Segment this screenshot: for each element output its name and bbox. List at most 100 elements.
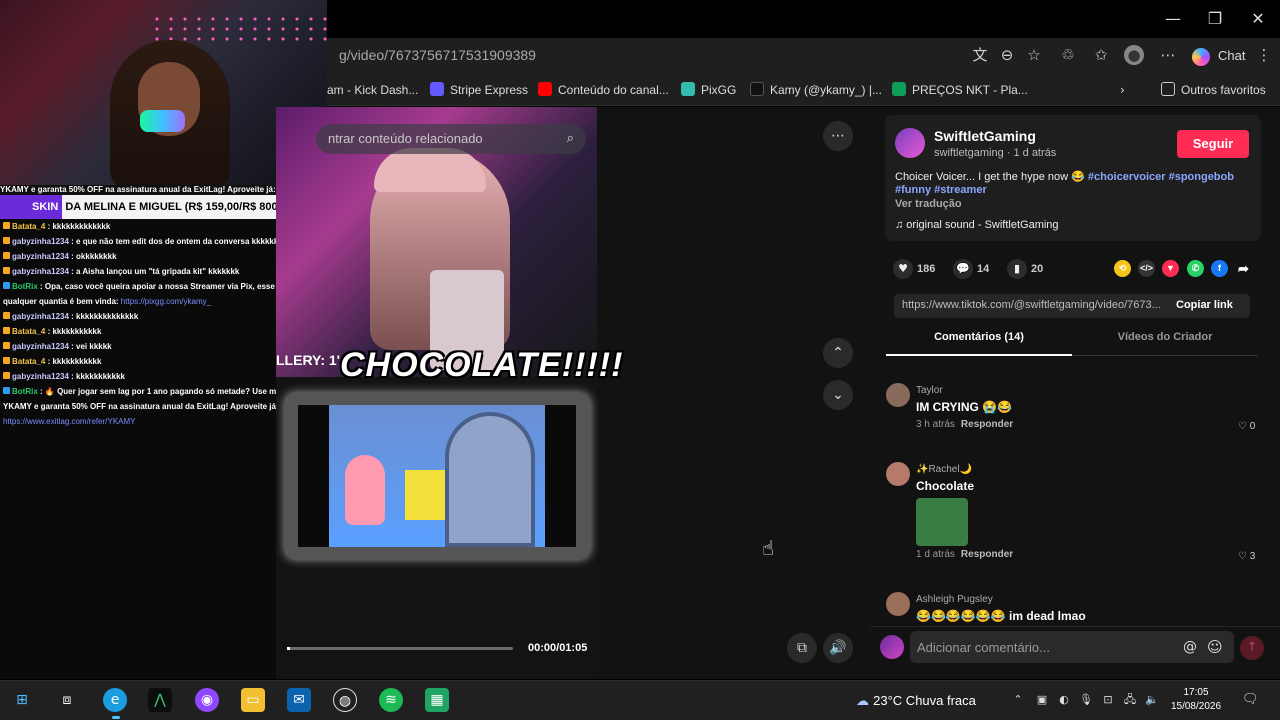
more-menu-icon[interactable]: ⋯ (1158, 45, 1178, 65)
microphone-icon[interactable]: 🎙 (1078, 692, 1094, 708)
profile-icon[interactable]: ● (1124, 45, 1144, 65)
like-button[interactable]: ♥ 186 (893, 259, 935, 279)
comment-button[interactable]: 💬 14 (953, 259, 989, 279)
repost-icon[interactable]: ⟲ (1114, 260, 1131, 277)
share-link-text[interactable]: https://www.tiktok.com/@swiftletgaming/v… (902, 299, 1172, 311)
facebook-icon[interactable]: f (1211, 260, 1228, 277)
edge-icon[interactable]: e (103, 688, 127, 712)
chat-badge-icon (3, 252, 10, 259)
next-video-chevron-down-icon[interactable]: ⌄ (823, 380, 853, 410)
comment-avatar[interactable] (886, 592, 910, 616)
follow-button[interactable]: Seguir (1177, 130, 1249, 158)
send-friends-icon[interactable]: ▼ (1162, 260, 1179, 277)
comment-like[interactable]: ♡ 0 (1238, 421, 1255, 432)
see-translation-link[interactable]: Ver tradução (895, 198, 962, 210)
active-app-indicator (112, 716, 120, 719)
spotify-icon[interactable]: ≋ (379, 688, 403, 712)
restore-button[interactable]: ❐ (1204, 8, 1226, 30)
hashtag[interactable]: #spongebob (1169, 171, 1234, 183)
picture-in-picture-icon[interactable]: ⧉ (787, 633, 817, 663)
krusty-krab-door (445, 412, 535, 547)
zoom-icon[interactable]: ⊖ (997, 45, 1017, 65)
tray-app-icon[interactable]: ▣ (1034, 692, 1050, 708)
bookmark-kick[interactable]: am - Kick Dash... (327, 82, 418, 98)
bookmark-sheets[interactable]: PREÇOS NKT - Pla... (892, 82, 1028, 98)
speaker-icon[interactable]: 🔈 (1144, 692, 1160, 708)
address-bar[interactable]: g/video/7673756717531909389 (339, 47, 536, 63)
translate-icon[interactable]: 文 (970, 45, 990, 65)
notifications-icon[interactable]: 🗨 (1242, 692, 1259, 708)
comment-user[interactable]: Taylor (916, 385, 943, 396)
hashtag[interactable]: #choicervoicer (1088, 171, 1166, 183)
weather-widget[interactable]: ☁ 23°C Chuva fraca (856, 690, 976, 713)
hashtag[interactable]: #streamer (934, 184, 987, 196)
task-view-icon[interactable]: ⧈ (55, 688, 79, 712)
comment-avatar[interactable] (886, 383, 910, 407)
chat-link[interactable]: https://pixgg.com/ykamy_ (121, 297, 211, 306)
windows-start-icon[interactable]: ⊞ (10, 688, 34, 712)
embed-icon[interactable]: </> (1138, 260, 1155, 277)
chat-message: : kkkkkkkkkkk (45, 357, 102, 366)
tab-comments[interactable]: Comentários (14) (886, 331, 1072, 356)
bookmark-youtube[interactable]: Conteúdo do canal... (538, 82, 669, 98)
bookmark-tiktok[interactable]: Kamy (@ykamy_) |... (750, 82, 882, 98)
bookmark-label: Outros favoritos (1181, 83, 1266, 97)
tray-chevron-icon[interactable]: ⌃ (1010, 692, 1026, 708)
copy-link-button[interactable]: Copiar link (1176, 299, 1233, 311)
comment-meta: 3 h atrás Responder (916, 419, 1013, 430)
creator-name[interactable]: SwiftletGaming (934, 128, 1036, 144)
emoji-icon[interactable]: ☺ (1207, 638, 1223, 656)
clock-time: 17:05 (1183, 687, 1209, 698)
whatsapp-icon[interactable]: ✆ (1187, 260, 1204, 277)
obs-icon[interactable]: ◍ (333, 688, 357, 712)
tray-app-icon[interactable]: ⊡ (1100, 692, 1116, 708)
chat-link[interactable]: https://www.exitlag.com/refer/YKAMY (3, 417, 136, 426)
tray-app-icon[interactable]: ◐ (1056, 692, 1072, 708)
bookmark-pixgg[interactable]: PixGG (681, 82, 736, 98)
minimize-button[interactable]: — (1162, 8, 1184, 30)
bookmark-stripe[interactable]: Stripe Express (430, 82, 528, 98)
extensions-icon[interactable]: ♲ (1058, 45, 1078, 65)
spongebob (405, 470, 445, 520)
mouse-cursor-icon: ☝ (762, 536, 775, 560)
comment-user[interactable]: ✨Rachel🌙 (916, 464, 972, 475)
favorites-icon[interactable]: ✩ (1091, 45, 1111, 65)
heart-icon: ♥ (893, 259, 913, 279)
volume-icon[interactable]: 🔊 (823, 633, 853, 663)
favorite-star-icon[interactable]: ☆ (1024, 45, 1044, 65)
comment-like[interactable]: ♡ 3 (1238, 551, 1255, 562)
discord-icon[interactable]: ◉ (195, 688, 219, 712)
send-comment-button[interactable]: ↑ (1240, 636, 1264, 660)
comment-avatar[interactable] (886, 462, 910, 486)
clock[interactable]: 17:05 15/08/2026 (1168, 686, 1224, 714)
bookmarks-overflow-chevron-icon[interactable]: › (1120, 82, 1125, 98)
chat-username: Batata_4 (12, 357, 46, 366)
network-icon[interactable]: 🖧 (1122, 692, 1138, 708)
outlook-icon[interactable]: ✉ (287, 688, 311, 712)
sidebar-menu-icon[interactable]: ⋮ (1254, 45, 1274, 65)
tiktok-icon (750, 82, 764, 96)
app-icon[interactable]: ⋀ (148, 688, 172, 712)
creator-avatar[interactable] (895, 128, 925, 158)
file-explorer-icon[interactable]: ▭ (241, 688, 265, 712)
related-search-input[interactable]: ntrar conteúdo relacionado ⌕ (316, 124, 586, 154)
reply-button[interactable]: Responder (961, 419, 1013, 430)
my-avatar (880, 635, 904, 659)
tab-creator-videos[interactable]: Vídeos do Criador (1072, 331, 1258, 356)
comment-user[interactable]: Ashleigh Pugsley (916, 594, 993, 605)
mention-icon[interactable]: @ (1183, 639, 1197, 655)
save-button[interactable]: ▮ 20 (1007, 259, 1043, 279)
bookmark-other-favorites[interactable]: Outros favoritos (1161, 82, 1266, 98)
original-sound-link[interactable]: ♫ original sound - SwiftletGaming (895, 219, 1059, 231)
share-arrow-icon[interactable]: ➦ (1235, 260, 1252, 277)
sheets-app-icon[interactable]: ▦ (425, 688, 449, 712)
chat-message: : kkkkkkkkkkk (45, 327, 102, 336)
hashtag[interactable]: #funny (895, 184, 931, 196)
copilot-chat-button[interactable]: Chat (1192, 44, 1245, 68)
previous-video-chevron-up-icon[interactable]: ⌃ (823, 338, 853, 368)
video-progress-bar[interactable] (287, 647, 513, 650)
reply-button[interactable]: Responder (961, 549, 1013, 560)
more-options-icon[interactable]: ⋯ (823, 121, 853, 151)
close-button[interactable]: ✕ (1247, 8, 1269, 30)
search-icon[interactable]: ⌕ (567, 124, 574, 154)
